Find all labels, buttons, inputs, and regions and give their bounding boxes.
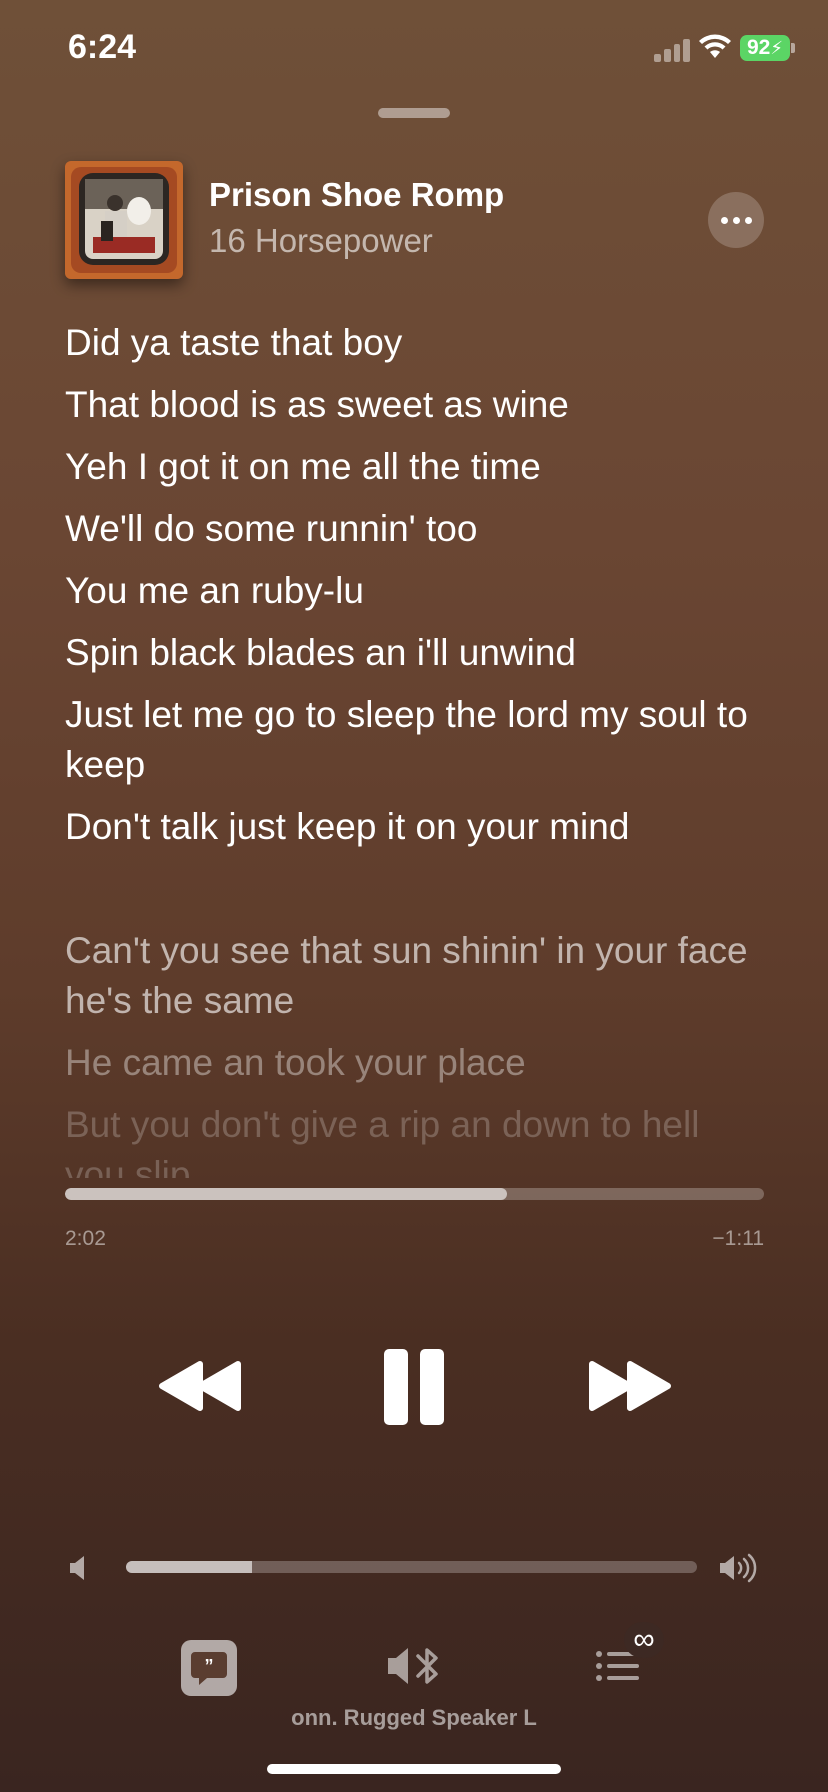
lyric-line-upcoming[interactable]: But you don't give a rip an down to hell… — [65, 1100, 765, 1178]
rewind-icon — [159, 1361, 241, 1411]
airplay-bluetooth-icon — [388, 1648, 438, 1684]
lyrics-icon: ” — [191, 1652, 227, 1685]
playback-progress-fill — [65, 1188, 507, 1200]
lyric-line-upcoming[interactable]: Can't you see that sun shinin' in your f… — [65, 926, 765, 1026]
volume-slider[interactable] — [126, 1561, 697, 1573]
lyrics-list[interactable]: Did ya taste that boy That blood is as s… — [65, 318, 765, 1178]
lyric-line[interactable]: You me an ruby-lu — [65, 566, 765, 616]
airplay-bluetooth-button[interactable] — [384, 1640, 444, 1697]
fast-forward-icon — [589, 1361, 671, 1411]
lyric-gap — [65, 864, 765, 926]
svg-text:”: ” — [205, 1656, 214, 1676]
lyric-line[interactable]: Yeh I got it on me all the time — [65, 442, 765, 492]
lyric-line[interactable]: Spin black blades an i'll unwind — [65, 628, 765, 678]
lyric-line[interactable]: That blood is as sweet as wine — [65, 380, 765, 430]
volume-fill — [126, 1561, 252, 1573]
home-indicator[interactable] — [267, 1764, 561, 1774]
output-device-label[interactable]: onn. Rugged Speaker L — [0, 1705, 828, 1731]
lyric-line[interactable]: Just let me go to sleep the lord my soul… — [65, 690, 765, 790]
lyrics-button[interactable]: ” — [181, 1640, 237, 1696]
pause-icon — [384, 1349, 444, 1425]
fast-forward-button[interactable] — [586, 1360, 672, 1417]
lyric-line-upcoming[interactable]: He came an took your place — [65, 1038, 765, 1088]
lyric-line[interactable]: Don't talk just keep it on your mind — [65, 802, 765, 852]
rewind-button[interactable] — [158, 1360, 244, 1417]
lyric-line[interactable]: Did ya taste that boy — [65, 318, 765, 368]
volume-high-icon — [718, 1553, 760, 1588]
pause-button[interactable] — [382, 1347, 446, 1432]
elapsed-time: 2:02 — [65, 1227, 106, 1250]
lyrics-viewport[interactable]: Did ya taste that boy That blood is as s… — [0, 0, 828, 1178]
volume-low-icon — [68, 1555, 90, 1586]
infinity-icon: ∞ — [624, 1622, 664, 1658]
playback-scrubber[interactable] — [65, 1188, 764, 1200]
lyric-line[interactable]: We'll do some runnin' too — [65, 504, 765, 554]
remaining-time: −1:11 — [712, 1227, 764, 1250]
